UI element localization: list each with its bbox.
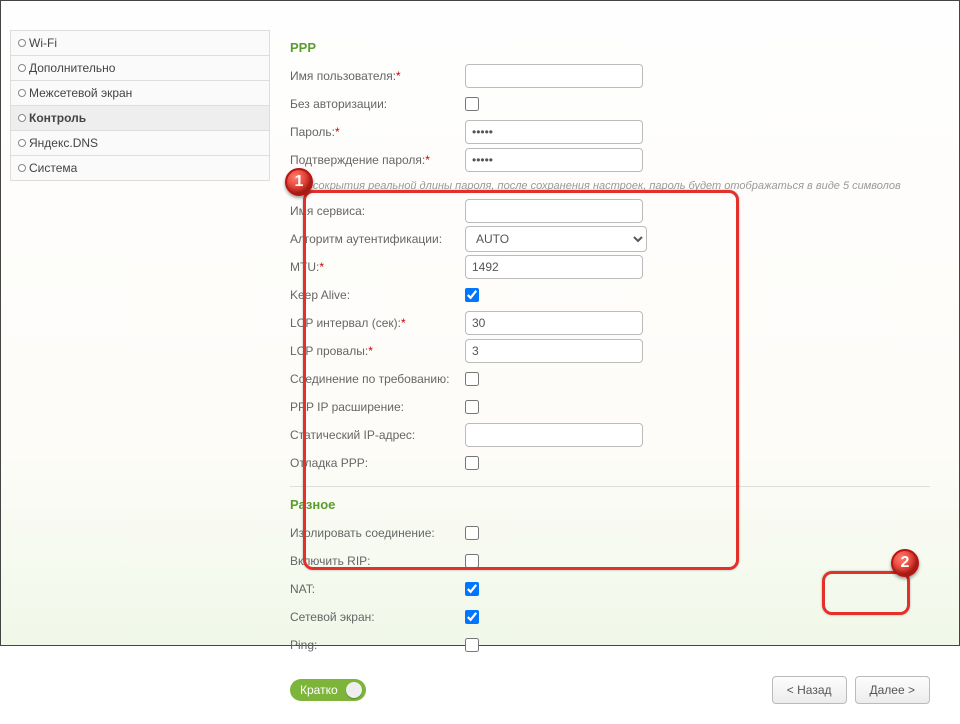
- misc-firewall-checkbox[interactable]: [465, 610, 479, 624]
- rip-checkbox[interactable]: [465, 554, 479, 568]
- toggle-knob: [346, 682, 362, 698]
- nat-checkbox[interactable]: [465, 582, 479, 596]
- ping-checkbox[interactable]: [465, 638, 479, 652]
- password-input[interactable]: [465, 120, 643, 144]
- isolate-checkbox[interactable]: [465, 526, 479, 540]
- divider: [290, 486, 930, 487]
- lcp-interval-input[interactable]: [465, 311, 643, 335]
- sidebar-item-system[interactable]: Система: [10, 156, 270, 181]
- username-input[interactable]: [465, 64, 643, 88]
- keepalive-checkbox[interactable]: [465, 288, 479, 302]
- sidebar-item-yandexdns[interactable]: Яндекс.DNS: [10, 131, 270, 156]
- ping-label: Ping:: [290, 638, 465, 652]
- debug-label: Отладка PPP:: [290, 456, 465, 470]
- debug-checkbox[interactable]: [465, 456, 479, 470]
- sidebar-item-advanced[interactable]: Дополнительно: [10, 56, 270, 81]
- isolate-label: Изолировать соединение:: [290, 526, 465, 540]
- misc-firewall-label: Сетевой экран:: [290, 610, 465, 624]
- section-title-misc: Разное: [290, 497, 930, 512]
- username-label: Имя пользователя:*: [290, 69, 465, 83]
- main-panel: PPP Имя пользователя:* Без авторизации: …: [270, 30, 950, 724]
- ondemand-checkbox[interactable]: [465, 372, 479, 386]
- auth-select[interactable]: AUTO: [465, 226, 647, 252]
- service-input[interactable]: [465, 199, 643, 223]
- brief-toggle[interactable]: Кратко: [290, 679, 366, 701]
- keepalive-label: Keep Alive:: [290, 288, 465, 302]
- lcp-fail-label: LCP провалы:*: [290, 344, 465, 358]
- next-button[interactable]: Далее >: [855, 676, 931, 704]
- sidebar: Wi-Fi Дополнительно Межсетевой экран Кон…: [10, 30, 270, 724]
- service-label: Имя сервиса:: [290, 204, 465, 218]
- staticip-input[interactable]: [465, 423, 643, 447]
- noauth-label: Без авторизации:: [290, 97, 465, 111]
- noauth-checkbox[interactable]: [465, 97, 479, 111]
- password2-label: Подтверждение пароля:*: [290, 153, 465, 167]
- auth-label: Алгоритм аутентификации:: [290, 232, 465, 246]
- lcp-fail-input[interactable]: [465, 339, 643, 363]
- ondemand-label: Соединение по требованию:: [290, 372, 465, 386]
- password-label: Пароль:*: [290, 125, 465, 139]
- back-button[interactable]: < Назад: [772, 676, 847, 704]
- mtu-label: MTU:*: [290, 260, 465, 274]
- staticip-label: Статический IP-адрес:: [290, 428, 465, 442]
- mtu-input[interactable]: [465, 255, 643, 279]
- sidebar-item-wifi[interactable]: Wi-Fi: [10, 30, 270, 56]
- password-hint: Для сокрытия реальной длины пароля, посл…: [290, 179, 930, 194]
- lcp-interval-label: LCP интервал (сек):*: [290, 316, 465, 330]
- annotation-marker-2: 2: [891, 549, 919, 577]
- sidebar-item-control[interactable]: Контроль: [10, 106, 270, 131]
- pppip-label: PPP IP расширение:: [290, 400, 465, 414]
- pppip-checkbox[interactable]: [465, 400, 479, 414]
- nat-label: NAT:: [290, 582, 465, 596]
- rip-label: Включить RIP:: [290, 554, 465, 568]
- sidebar-item-firewall[interactable]: Межсетевой экран: [10, 81, 270, 106]
- password2-input[interactable]: [465, 148, 643, 172]
- annotation-marker-1: 1: [285, 168, 313, 196]
- section-title-ppp: PPP: [290, 40, 930, 55]
